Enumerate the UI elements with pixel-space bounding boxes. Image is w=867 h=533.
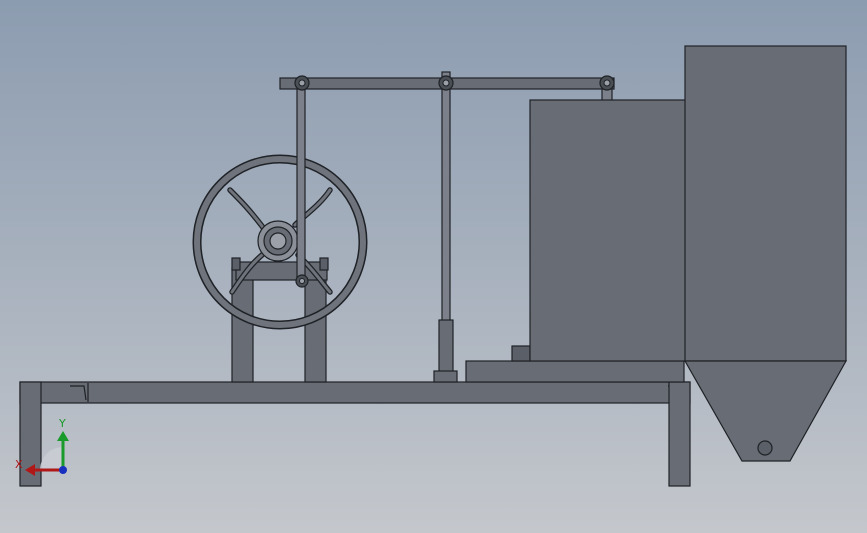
hopper-body [684,45,847,362]
triad-y-arrow [57,431,69,441]
pin-joint-right [599,75,615,91]
triad-y-label: Y [58,417,66,430]
pin-joint-crank [295,274,309,288]
handwheel-spoke-1-inner [228,188,267,232]
base-frame[interactable] [19,381,691,487]
pin-joint-left [294,75,310,91]
sieve-base-plate [465,360,685,383]
handwheel[interactable] [192,154,368,330]
triad-z-axis [59,466,67,474]
frame-beam [19,381,691,404]
bearing-block-cap-right [319,257,329,271]
crank-rod [296,83,306,283]
pin-joint-center [438,75,454,91]
bearing-block-cap [231,257,241,271]
handwheel-hub-bore [269,232,287,250]
sieve-box-body [529,99,687,362]
triad-x-label: X [15,458,23,471]
center-rod [441,71,451,323]
triad-plane [40,447,63,470]
sieve-box[interactable] [465,99,687,383]
sieve-base-step [511,345,531,362]
frame-leg-right [668,381,691,487]
center-rod-sleeve [438,319,454,373]
hopper-outlet-hole [757,440,773,456]
hopper[interactable] [683,45,848,462]
center-rod-foot [433,370,458,383]
cad-viewport[interactable]: Y X [0,0,867,533]
